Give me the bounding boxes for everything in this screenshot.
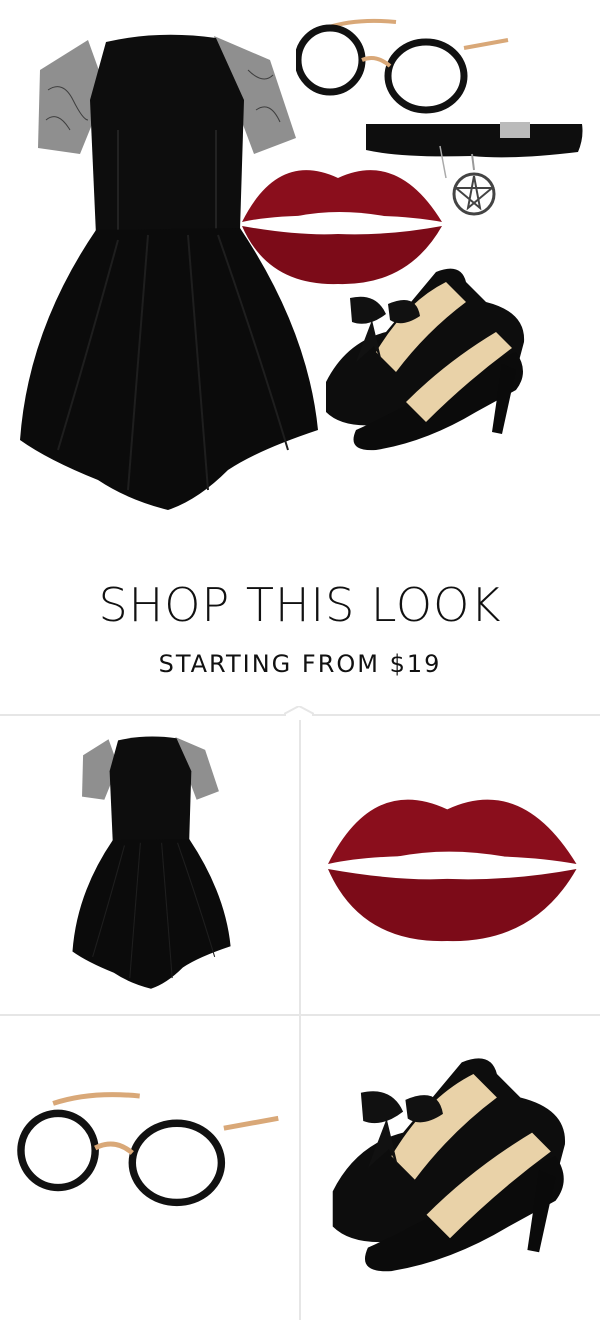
outfit-collage [0,0,600,560]
glasses-icon [296,18,509,114]
glasses-icon [17,1092,279,1207]
product-card-dress[interactable] [0,716,299,1018]
product-card-lipstick[interactable] [301,716,600,1018]
shop-this-look-title: SHOP THIS LOOK [98,578,502,632]
lips-icon [328,799,577,942]
heels-icon [332,1058,566,1272]
dress-icon [72,736,231,989]
price-subtitle: STARTING FROM $19 [158,650,442,678]
heels-icon [326,268,525,451]
product-card-heels[interactable] [301,1016,600,1318]
product-card-glasses[interactable] [0,1016,299,1318]
